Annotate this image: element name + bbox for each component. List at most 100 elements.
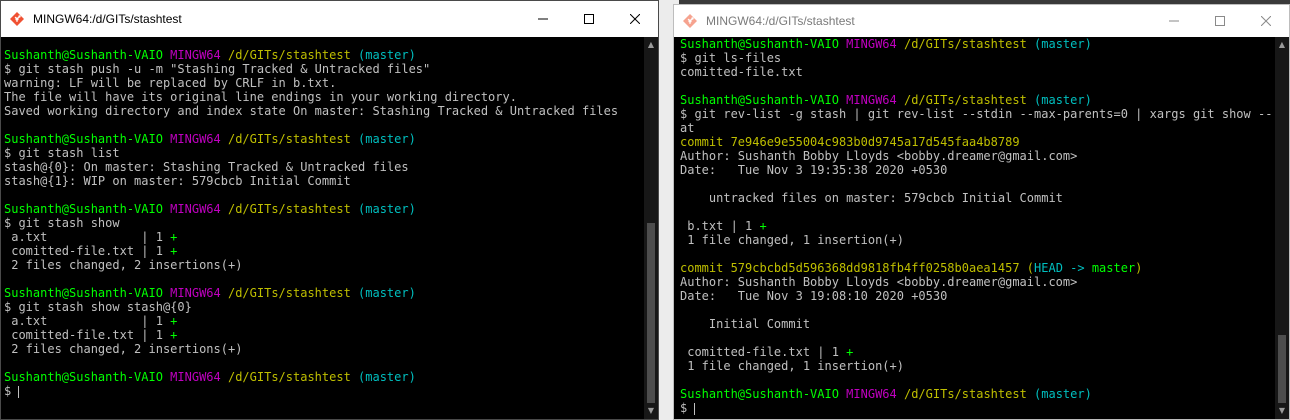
maximize-button[interactable] <box>566 1 612 37</box>
terminal-line: $ git ls-files <box>680 51 1272 65</box>
terminal-text: MINGW64 <box>170 370 228 384</box>
maximize-button[interactable] <box>1197 5 1243 37</box>
terminal-text: /d/GITs/stashtest <box>227 48 359 62</box>
terminal-text: MINGW64 <box>170 132 228 146</box>
text-cursor <box>694 402 696 415</box>
terminal-text: $ <box>4 384 19 398</box>
terminal-text: 1 file changed, 1 insertion(+) <box>680 359 904 373</box>
terminal-text: comitted-file.txt | 1 <box>4 244 171 258</box>
terminal-text: + <box>170 230 178 244</box>
minimize-button[interactable] <box>520 1 566 37</box>
terminal-text: Saved working directory and index state … <box>4 104 619 118</box>
terminal-text: commit 7e946e9e55004c983b0d9745a17d545fa… <box>680 135 1020 149</box>
terminal-text: ) <box>1135 261 1143 275</box>
terminal-text: (master) <box>358 132 416 146</box>
terminal-text: Initial Commit <box>680 317 811 331</box>
terminal-text: /d/GITs/stashtest <box>227 202 359 216</box>
terminal-line: Sushanth@Sushanth-VAIO MINGW64 /d/GITs/s… <box>4 202 641 216</box>
terminal-text: untracked files on master: 579cbcb Initi… <box>680 191 1063 205</box>
terminal-window-right[interactable]: MINGW64:/d/GITs/stashtest Sushanth@Susha… <box>673 4 1290 420</box>
terminal-line: Saved working directory and index state … <box>4 104 641 118</box>
terminal-line: $ git stash show <box>4 216 641 230</box>
terminal-text: at <box>680 121 695 135</box>
terminal-text: Sushanth@Sushanth-VAIO <box>4 202 171 216</box>
terminal-line: Sushanth@Sushanth-VAIO MINGW64 /d/GITs/s… <box>4 286 641 300</box>
terminal-line: 2 files changed, 2 insertions(+) <box>4 258 641 272</box>
window-title: MINGW64:/d/GITs/stashtest <box>33 12 182 26</box>
terminal-text: 2 files changed, 2 insertions(+) <box>4 342 243 356</box>
terminal-text: The file will have its original line end… <box>4 90 517 104</box>
terminal-line: Sushanth@Sushanth-VAIO MINGW64 /d/GITs/s… <box>4 48 641 62</box>
terminal-text: MINGW64 <box>846 387 904 401</box>
terminal-text: (master) <box>358 370 416 384</box>
minimize-button[interactable] <box>1151 5 1197 37</box>
terminal-text: (master) <box>358 202 416 216</box>
terminal-text: comitted-file.txt | 1 <box>4 328 171 342</box>
terminal-text: comitted-file.txt | 1 <box>680 345 847 359</box>
terminal-line: Author: Sushanth Bobby Lloyds <bobby.dre… <box>680 275 1272 289</box>
terminal-text: stash@{0}: On master: Stashing Tracked &… <box>4 160 409 174</box>
scrollbar-thumb[interactable] <box>1278 335 1286 403</box>
terminal-text: + <box>170 328 178 342</box>
terminal-line: Sushanth@Sushanth-VAIO MINGW64 /d/GITs/s… <box>680 93 1272 107</box>
terminal-text: Sushanth@Sushanth-VAIO <box>4 286 171 300</box>
terminal-line: The file will have its original line end… <box>4 90 641 104</box>
terminal-window-left[interactable]: MINGW64:/d/GITs/stashtest Sushanth@Susha… <box>0 0 659 420</box>
scrollbar-thumb[interactable] <box>647 223 655 403</box>
terminal-output[interactable]: Sushanth@Sushanth-VAIO MINGW64 /d/GITs/s… <box>680 37 1272 419</box>
title-bar[interactable]: MINGW64:/d/GITs/stashtest <box>674 5 1289 37</box>
terminal-text: /d/GITs/stashtest <box>903 93 1035 107</box>
scrollbar[interactable]: ▲ ▼ <box>1275 37 1289 419</box>
terminal-line: $ <box>680 401 1272 415</box>
terminal-text: + <box>170 244 178 258</box>
terminal-text: commit 579cbcbd5d596368dd9818fb4ff0258b0… <box>680 261 1027 275</box>
close-button[interactable] <box>1243 5 1289 37</box>
terminal-line: $ git stash list <box>4 146 641 160</box>
scroll-up-icon[interactable]: ▲ <box>1275 39 1289 51</box>
terminal-text: /d/GITs/stashtest <box>227 286 359 300</box>
terminal-text: Author: Sushanth Bobby Lloyds <bobby.dre… <box>680 275 1078 289</box>
terminal-output[interactable]: Sushanth@Sushanth-VAIO MINGW64 /d/GITs/s… <box>4 37 641 419</box>
terminal-text: master <box>1091 261 1136 275</box>
close-button[interactable] <box>612 1 658 37</box>
terminal-text: (master) <box>1034 93 1092 107</box>
terminal-text: (master) <box>358 286 416 300</box>
terminal-text: Sushanth@Sushanth-VAIO <box>680 387 847 401</box>
terminal-line: comitted-file.txt | 1 + <box>680 345 1272 359</box>
scroll-up-icon[interactable]: ▲ <box>644 39 658 51</box>
terminal-text: Sushanth@Sushanth-VAIO <box>680 37 847 51</box>
scrollbar[interactable]: ▲ ▼ <box>644 37 658 419</box>
terminal-line: Sushanth@Sushanth-VAIO MINGW64 /d/GITs/s… <box>680 37 1272 51</box>
title-bar[interactable]: MINGW64:/d/GITs/stashtest <box>1 1 658 37</box>
scroll-down-icon[interactable]: ▼ <box>644 405 658 417</box>
terminal-text: /d/GITs/stashtest <box>903 387 1035 401</box>
scroll-down-icon[interactable]: ▼ <box>1275 405 1289 417</box>
git-bash-icon <box>9 11 25 27</box>
terminal-text: MINGW64 <box>846 37 904 51</box>
terminal-text: ( <box>1026 261 1035 275</box>
terminal-line: a.txt | 1 + <box>4 230 641 244</box>
terminal-text: $ <box>680 401 695 415</box>
terminal-text: $ git stash push -u -m "Stashing Tracked… <box>4 62 431 76</box>
terminal-text: + <box>170 314 178 328</box>
terminal-text: /d/GITs/stashtest <box>227 132 359 146</box>
terminal-line: a.txt | 1 + <box>4 314 641 328</box>
terminal-line: stash@{0}: On master: Stashing Tracked &… <box>4 160 641 174</box>
terminal-line: Sushanth@Sushanth-VAIO MINGW64 /d/GITs/s… <box>680 387 1272 401</box>
terminal-line: Sushanth@Sushanth-VAIO MINGW64 /d/GITs/s… <box>4 370 641 384</box>
terminal-line: $ git stash push -u -m "Stashing Tracked… <box>4 62 641 76</box>
terminal-text: b.txt | 1 <box>680 219 760 233</box>
terminal-text: HEAD -> <box>1034 261 1092 275</box>
terminal-text: $ git rev-list -g stash | git rev-list -… <box>680 107 1272 121</box>
terminal-text: MINGW64 <box>170 202 228 216</box>
terminal-text: stash@{1}: WIP on master: 579cbcb Initia… <box>4 174 351 188</box>
terminal-text: $ git stash list <box>4 146 120 160</box>
terminal-text: Sushanth@Sushanth-VAIO <box>4 132 171 146</box>
